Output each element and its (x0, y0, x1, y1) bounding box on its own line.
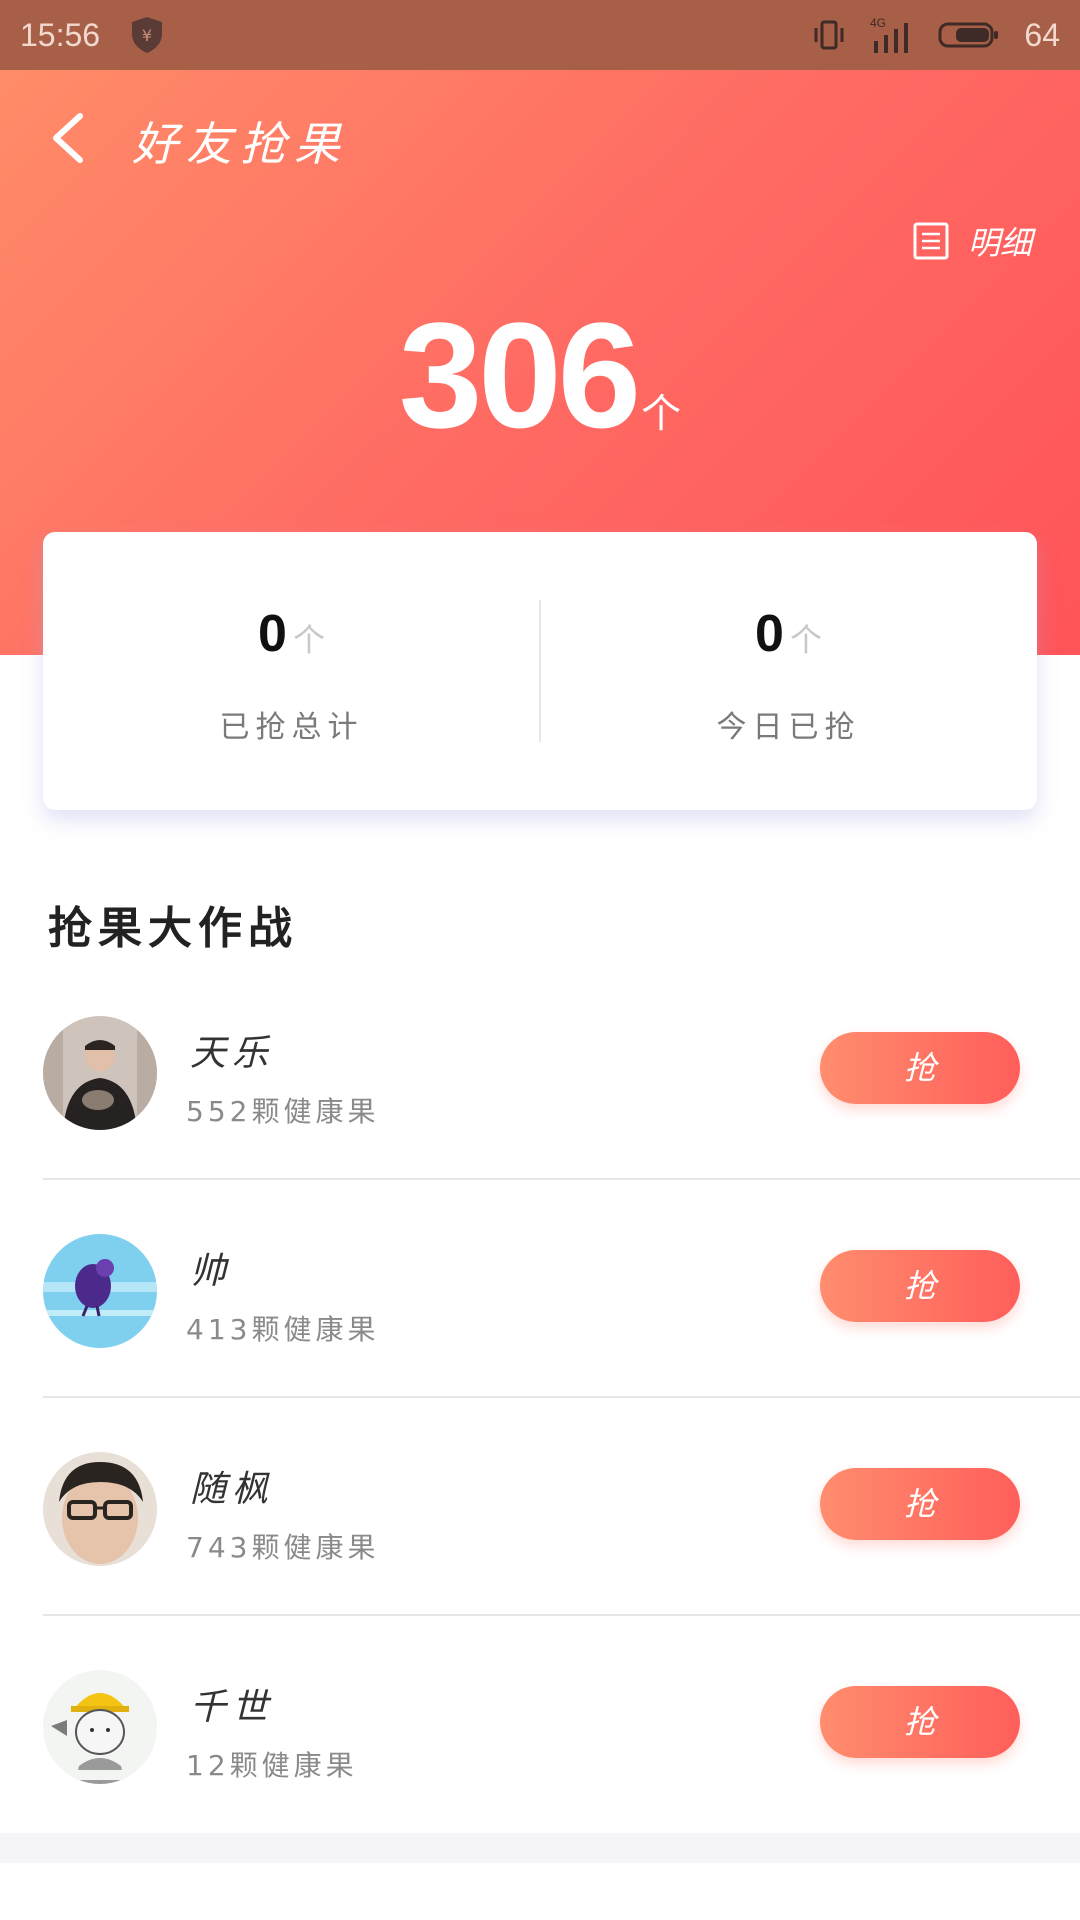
stat-label: 已抢总计 (219, 710, 364, 745)
stat-total-grabbed: 0个 已抢总计 (43, 532, 540, 810)
stat-value: 0 (258, 605, 287, 663)
page-title: 好友抢果 (132, 117, 348, 171)
friend-name: 帅 (190, 1251, 233, 1292)
stat-value: 0 (755, 605, 784, 663)
avatar[interactable] (43, 1016, 157, 1130)
avatar[interactable] (43, 1234, 157, 1348)
avatar[interactable] (43, 1670, 157, 1784)
detail-button[interactable]: 明细 (912, 218, 1032, 264)
stat-label: 今日已抢 (716, 710, 861, 745)
stat-today-grabbed: 0个 今日已抢 (540, 532, 1037, 810)
grab-button[interactable]: 抢 (820, 1250, 1020, 1322)
list-item: 天乐 552颗健康果 抢 (0, 1000, 1080, 1218)
grab-button[interactable]: 抢 (820, 1032, 1020, 1104)
battery-icon (938, 22, 999, 48)
battery-level: 64 (1024, 16, 1060, 53)
back-arrow-icon[interactable] (48, 110, 88, 166)
signal-icon: 4G (870, 16, 909, 53)
svg-text:¥: ¥ (142, 26, 152, 45)
list-item: 帅 413颗健康果 抢 (0, 1218, 1080, 1436)
status-time: 15:56 (20, 16, 101, 53)
grab-button[interactable]: 抢 (820, 1686, 1020, 1758)
shield-yuan-icon: ¥ (132, 17, 163, 53)
vibrate-icon (814, 20, 844, 50)
friend-fruit-count: 12颗健康果 (186, 1749, 358, 1782)
avatar-image (43, 1234, 157, 1348)
detail-label: 明细 (967, 224, 1032, 262)
row-divider (43, 1614, 1080, 1616)
avatar[interactable] (43, 1452, 157, 1566)
friend-name: 千世 (190, 1687, 275, 1728)
total-value: 306 (398, 291, 641, 459)
section-title: 抢果大作战 (48, 903, 298, 954)
row-divider (43, 1178, 1080, 1180)
friend-name: 随枫 (190, 1469, 275, 1510)
friend-name: 天乐 (190, 1033, 275, 1074)
avatar-image (43, 1016, 157, 1130)
list-document-icon (913, 222, 949, 260)
stat-unit: 个 (292, 621, 325, 659)
friend-list: 天乐 552颗健康果 抢 帅 413颗健康果 抢 随枫 743颗健康果 抢 千世… (0, 1000, 1080, 1872)
total-fruit-count: 306 个 (0, 300, 1080, 450)
total-unit: 个 (641, 391, 682, 437)
friend-fruit-count: 743颗健康果 (186, 1531, 380, 1564)
list-item: 随枫 743颗健康果 抢 (0, 1436, 1080, 1654)
friend-fruit-count: 413颗健康果 (186, 1313, 380, 1346)
friend-fruit-count: 552颗健康果 (186, 1095, 380, 1128)
avatar-image (43, 1452, 157, 1566)
bottom-divider (0, 1833, 1080, 1863)
row-divider (43, 1396, 1080, 1398)
stats-card: 0个 已抢总计 0个 今日已抢 (43, 532, 1037, 810)
grab-button[interactable]: 抢 (820, 1468, 1020, 1540)
network-label: 4G (870, 16, 886, 30)
stat-unit: 个 (789, 621, 822, 659)
avatar-image (43, 1670, 157, 1784)
status-bar: 15:56 ¥ 4G 64 (0, 0, 1080, 70)
